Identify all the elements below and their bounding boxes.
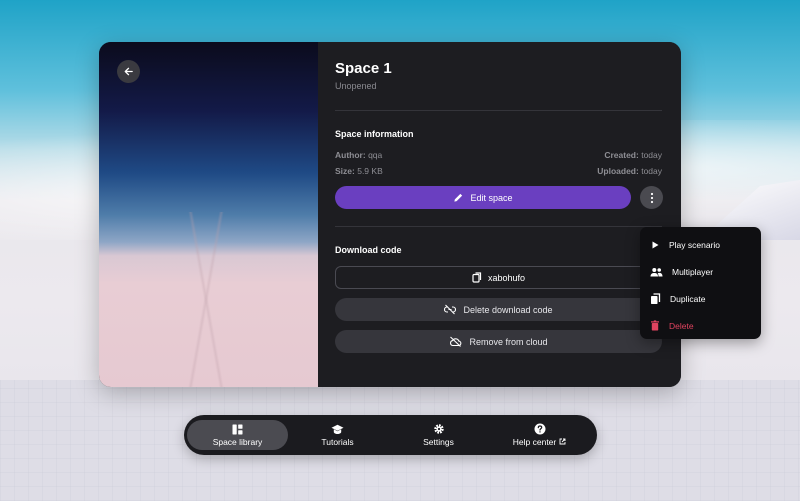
copy-icon	[651, 292, 661, 304]
created-label: Created:	[604, 150, 639, 160]
download-code-value: xabohufo	[487, 272, 526, 283]
delete-download-code-button[interactable]: Delete download code	[335, 298, 662, 321]
space-preview-image	[99, 42, 318, 387]
size-value: 5.9 KB	[357, 166, 383, 176]
menu-item-multiplayer[interactable]: Multiplayer	[640, 258, 761, 285]
pencil-icon	[454, 193, 463, 202]
nav-item-help-center[interactable]: Help center	[489, 420, 590, 450]
nav-item-label-row: Help center	[513, 437, 566, 447]
menu-item-label: Duplicate	[670, 293, 706, 304]
library-icon	[232, 424, 243, 434]
space-title: Space 1	[335, 60, 392, 77]
created-value: today	[641, 150, 662, 160]
nav-item-settings[interactable]: Settings	[388, 420, 489, 450]
arrow-left-icon	[124, 67, 133, 76]
edit-space-button[interactable]: Edit space	[335, 186, 631, 209]
author-row: Author: qqa	[335, 150, 382, 160]
nav-item-label: Settings	[423, 437, 454, 447]
remove-from-cloud-button[interactable]: Remove from cloud	[335, 330, 662, 353]
uploaded-row: Uploaded: today	[597, 166, 662, 176]
cloud-off-icon	[450, 336, 462, 347]
divider	[335, 110, 662, 111]
people-icon	[650, 267, 663, 276]
uploaded-value: today	[641, 166, 662, 176]
context-menu: Play scenario Multiplayer Duplicate Dele…	[640, 227, 761, 339]
space-detail-card: Space 1 Unopened Space information Autho…	[99, 42, 681, 387]
menu-item-delete[interactable]: Delete	[640, 312, 761, 339]
space-status: Unopened	[335, 81, 377, 91]
uploaded-label: Uploaded:	[597, 166, 639, 176]
back-button[interactable]	[117, 60, 140, 83]
menu-item-label: Play scenario	[669, 239, 721, 250]
gear-icon	[433, 424, 444, 434]
menu-item-duplicate[interactable]: Duplicate	[640, 285, 761, 312]
size-row: Size: 5.9 KB	[335, 166, 383, 176]
download-code-field[interactable]: xabohufo	[335, 266, 662, 289]
space-information-heading: Space information	[335, 129, 414, 139]
bottom-navigation: Space library Tutorials Settings Help ce…	[184, 415, 597, 455]
nav-item-space-library[interactable]: Space library	[187, 420, 288, 450]
nav-item-label: Help center	[512, 437, 557, 447]
more-vertical-icon	[650, 192, 653, 203]
link-off-icon	[444, 304, 457, 315]
preview-floor	[99, 212, 318, 387]
created-row: Created: today	[604, 150, 662, 160]
more-options-button[interactable]	[640, 186, 663, 209]
play-icon	[652, 241, 659, 248]
graduation-cap-icon	[331, 424, 344, 434]
menu-item-label: Multiplayer	[672, 266, 714, 277]
author-value: qqa	[368, 150, 383, 160]
remove-from-cloud-label: Remove from cloud	[469, 336, 548, 347]
copy-icon	[472, 272, 482, 283]
nav-item-label: Tutorials	[321, 436, 354, 447]
trash-icon	[651, 320, 659, 331]
nav-item-label: Space library	[212, 436, 263, 447]
divider	[335, 226, 662, 227]
menu-item-label: Delete	[669, 320, 694, 331]
external-link-icon	[559, 438, 566, 445]
space-info-panel: Space 1 Unopened Space information Autho…	[318, 42, 681, 387]
delete-download-code-label: Delete download code	[463, 304, 553, 315]
help-icon	[534, 423, 545, 435]
download-code-heading: Download code	[335, 245, 402, 255]
size-label: Size:	[335, 166, 355, 176]
nav-item-tutorials[interactable]: Tutorials	[287, 420, 388, 450]
author-label: Author:	[335, 150, 366, 160]
menu-item-play-scenario[interactable]: Play scenario	[640, 231, 761, 258]
edit-space-label: Edit space	[470, 192, 513, 203]
